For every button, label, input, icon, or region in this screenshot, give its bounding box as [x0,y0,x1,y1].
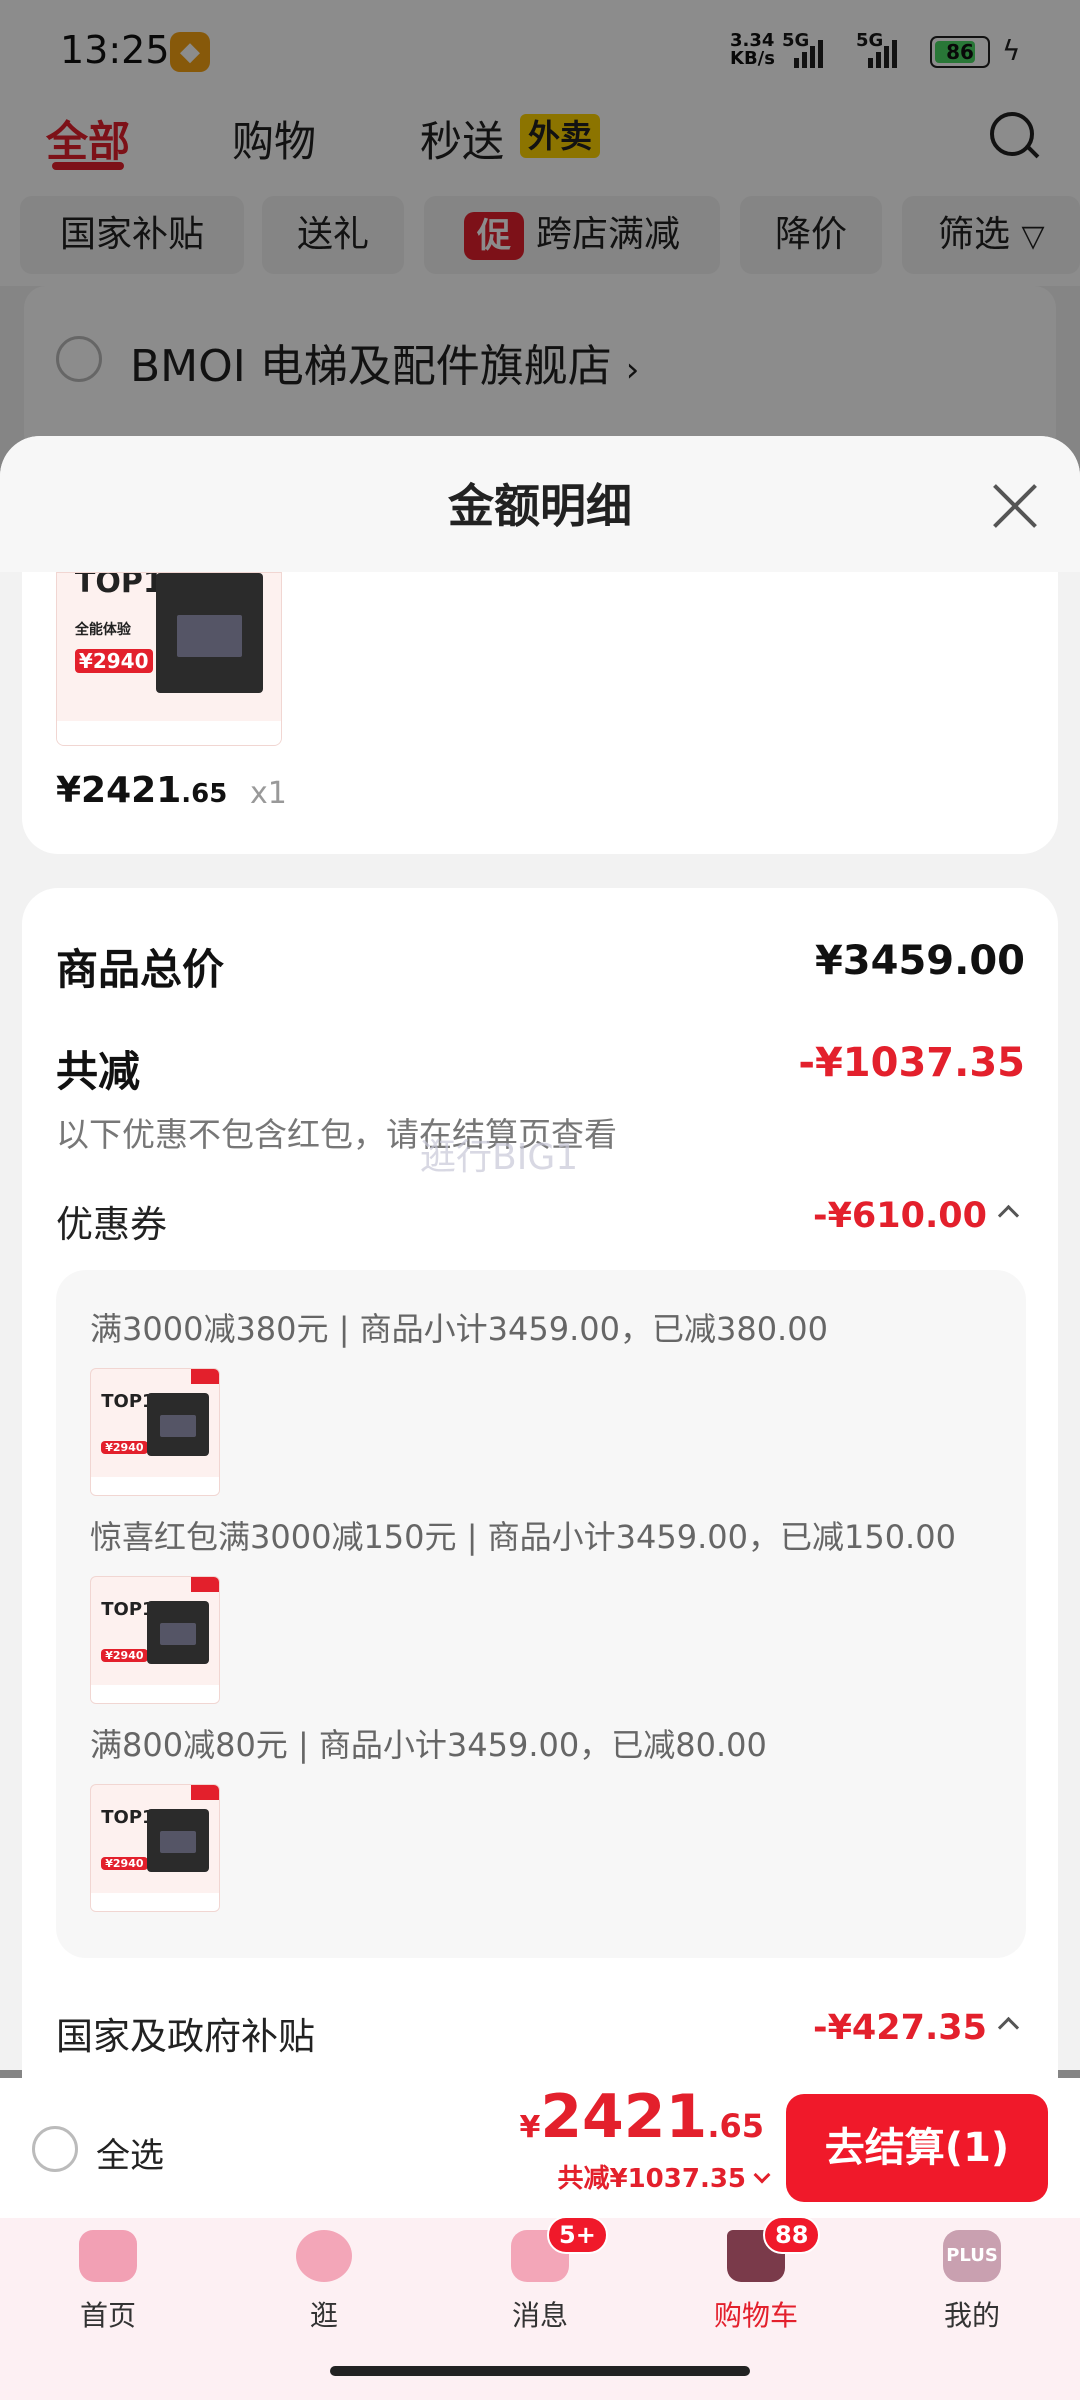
discount-value: -¥1037.35 [798,1040,1025,1086]
chevron-up-icon [997,2016,1020,2039]
nav-browse[interactable]: 逛 [264,2230,384,2334]
subsidy-label: 国家及政府补贴 [56,2015,315,2058]
home-indicator[interactable] [330,2366,750,2376]
home-icon [79,2230,137,2282]
coupon-product-thumb-2: TOP1 ¥2940 [90,1576,220,1704]
message-badge: 5+ [547,2216,608,2254]
total-price-value: ¥3459.00 [814,938,1025,984]
coupon-value[interactable]: -¥610.00 [813,1196,1020,1236]
checkout-button[interactable]: 去结算(1) [786,2094,1048,2202]
chevron-down-icon [753,2166,771,2184]
nav-cart[interactable]: 88 购物车 [696,2216,821,2334]
checkout-total: ¥2421.65 [519,2082,764,2152]
watermark: 逛行BIG1 [420,1137,579,1178]
coupon-label: 优惠券 [56,1203,167,1246]
close-icon[interactable] [990,482,1038,530]
coupon-line-1: 满3000减380元 | 商品小计3459.00，已减380.00 [90,1310,828,1348]
sheet-title: 金额明细 [448,479,632,533]
coupon-product-thumb-3: TOP1 ¥2940 [90,1784,220,1912]
select-all-label[interactable]: 全选 [96,2128,164,2177]
checkout-saved[interactable]: 共减¥1037.35 [557,2158,771,2195]
chevron-up-icon [997,1204,1020,1227]
select-all-radio[interactable] [32,2126,78,2172]
cart-badge: 88 [763,2216,821,2254]
nav-messages[interactable]: 5+ 消息 [480,2216,608,2334]
subsidy-value[interactable]: -¥427.35 [813,2008,1020,2048]
product-thumbnail[interactable]: TOP1 全能体验 ¥2940 [56,572,282,746]
coupon-product-thumb-1: TOP1 ¥2940 [90,1368,220,1496]
nav-mine[interactable]: PLUS 我的 [912,2230,1032,2334]
nav-home[interactable]: 首页 [48,2230,168,2334]
coupon-line-3: 满800减80元 | 商品小计3459.00，已减80.00 [90,1726,767,1764]
message-icon: 5+ [511,2216,608,2282]
browse-icon [296,2230,352,2282]
total-price-label: 商品总价 [56,945,225,994]
cart-icon: 88 [727,2216,821,2282]
discount-label: 共减 [56,1047,141,1096]
plus-icon: PLUS [943,2230,1001,2282]
product-qty: x1 [250,776,287,811]
product-price: ¥2421.65 [56,770,228,811]
coupon-line-2: 惊喜红包满3000减150元 | 商品小计3459.00，已减150.00 [90,1518,956,1556]
